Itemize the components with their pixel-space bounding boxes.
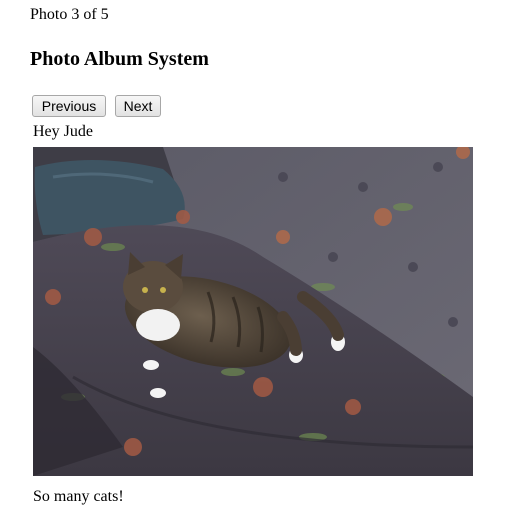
photo-description: So many cats! xyxy=(33,488,124,505)
previous-button[interactable]: Previous xyxy=(32,95,106,117)
next-button[interactable]: Next xyxy=(115,95,161,117)
photo-title: Hey Jude xyxy=(33,123,93,140)
photo-counter: Photo 3 of 5 xyxy=(30,6,109,23)
photo-image xyxy=(33,147,473,476)
page-title: Photo Album System xyxy=(30,48,209,70)
